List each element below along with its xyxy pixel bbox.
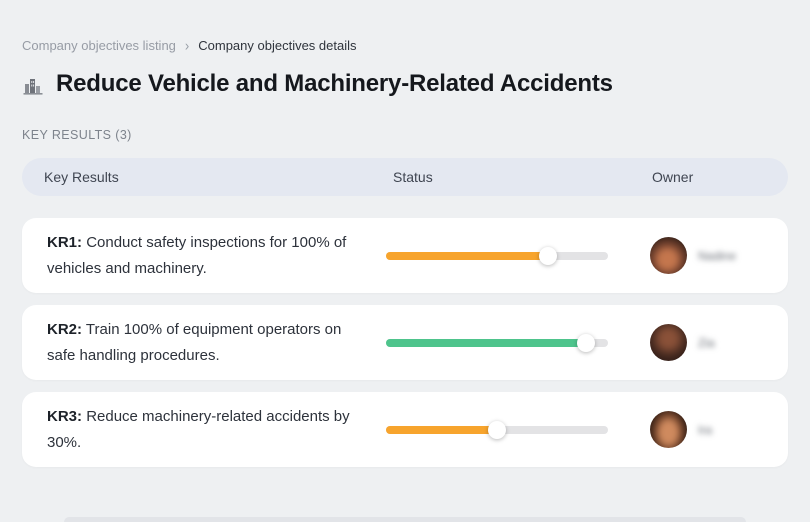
progress-knob[interactable]: [539, 246, 558, 265]
kr1-description: KR1: Conduct safety inspections for 100%…: [22, 230, 386, 282]
key-result-row-2[interactable]: KR2: Train 100% of equipment operators o…: [22, 305, 788, 380]
kr1-text: Conduct safety inspections for 100% of v…: [47, 233, 347, 277]
key-result-row-3[interactable]: KR3: Reduce machinery-related accidents …: [22, 392, 788, 467]
kr1-owner-cell: Nadine: [650, 237, 788, 274]
kr1-status-cell: [386, 246, 650, 265]
progress-fill: [386, 338, 586, 347]
kr1-progress-slider[interactable]: [386, 246, 608, 265]
owner-name: Ira: [698, 422, 713, 437]
kr1-label: KR1:: [47, 233, 83, 251]
column-header-owner: Owner: [652, 169, 694, 185]
kr3-progress-slider[interactable]: [386, 420, 608, 439]
key-result-row-1[interactable]: KR1: Conduct safety inspections for 100%…: [22, 218, 788, 293]
owner-avatar: [650, 324, 687, 361]
breadcrumb-details-current: Company objectives details: [198, 38, 357, 53]
breadcrumb-listing-link[interactable]: Company objectives listing: [22, 38, 176, 53]
kr2-progress-slider[interactable]: [386, 333, 608, 352]
title-row: Reduce Vehicle and Machinery-Related Acc…: [22, 70, 788, 98]
owner-avatar: [650, 237, 687, 274]
kr3-status-cell: [386, 420, 650, 439]
building-chart-icon: [22, 75, 44, 97]
kr2-status-cell: [386, 333, 650, 352]
next-section-peek: [64, 517, 746, 522]
kr2-description: KR2: Train 100% of equipment operators o…: [22, 317, 386, 369]
kr2-label: KR2:: [47, 320, 83, 338]
owner-name: Zia: [698, 335, 715, 350]
kr3-text: Reduce machinery-related accidents by 30…: [47, 407, 350, 451]
progress-knob[interactable]: [488, 420, 506, 439]
breadcrumb: Company objectives listing › Company obj…: [22, 36, 788, 55]
key-results-section-label: KEY RESULTS (3): [22, 128, 132, 142]
owner-name: Nadine: [698, 248, 737, 263]
objective-details-page: Company objectives listing › Company obj…: [0, 0, 810, 467]
table-header-row: Key Results Status Owner: [22, 158, 788, 196]
column-header-key-results: Key Results: [44, 169, 119, 185]
kr3-owner-cell: Ira: [650, 411, 788, 448]
kr2-owner-cell: Zia: [650, 324, 788, 361]
chevron-right-icon: ›: [184, 36, 190, 55]
page-title: Reduce Vehicle and Machinery-Related Acc…: [56, 70, 613, 97]
owner-avatar: [650, 411, 687, 448]
kr3-description: KR3: Reduce machinery-related accidents …: [22, 404, 386, 456]
kr3-label: KR3:: [47, 407, 83, 425]
column-header-status: Status: [393, 169, 433, 185]
progress-fill: [386, 251, 549, 260]
progress-fill: [386, 425, 497, 434]
kr2-text: Train 100% of equipment operators on saf…: [47, 320, 342, 364]
progress-knob[interactable]: [576, 333, 595, 352]
